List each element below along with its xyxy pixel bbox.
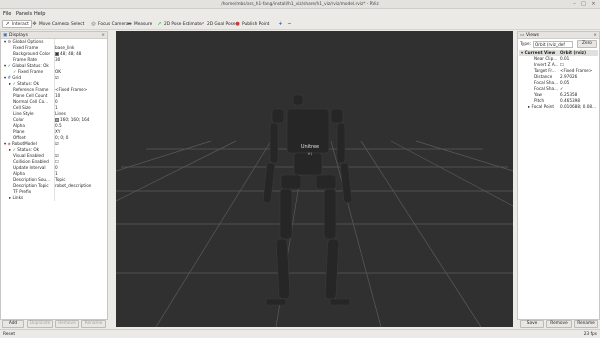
fps-readout: 23 fps <box>583 332 597 337</box>
camera-icon: ▭ <box>520 33 525 38</box>
menu-panels[interactable]: Panels <box>16 11 32 17</box>
plus-icon: + <box>278 20 283 27</box>
robot-icon: ◈ <box>7 141 11 146</box>
focal-point-value[interactable]: 0.010688; 0.08... <box>560 104 596 110</box>
grid-and-robot-render <box>116 94 513 327</box>
close-icon[interactable]: × <box>593 32 597 39</box>
minus-icon: − <box>287 20 292 27</box>
duplicate-display-button[interactable]: Duplicate <box>27 320 53 328</box>
interact-button[interactable]: ➚ Interact <box>2 20 32 28</box>
save-view-button[interactable]: Save <box>520 320 544 328</box>
grid-enabled-checkbox[interactable]: ☑ <box>55 75 59 81</box>
focal-point-item[interactable]: ▸ Focal Point <box>528 104 554 110</box>
view-type-label: Type: <box>520 41 532 46</box>
window-titlebar: /home/mbs/ars_h1-fang/install/h1_viz/sha… <box>0 0 600 9</box>
cursor-icon: ➚ <box>5 20 10 27</box>
remove-display-button[interactable]: Remove <box>55 320 79 328</box>
add-display-button[interactable]: Add <box>2 320 24 328</box>
ruler-icon: ▬ <box>127 20 132 27</box>
menu-file[interactable]: File <box>3 11 11 17</box>
select-icon: ▭ <box>64 20 69 27</box>
status-bar: Reset 23 fps <box>0 329 600 338</box>
column-divider <box>54 39 55 201</box>
publish-point-button[interactable]: ● Publish Point <box>233 20 271 28</box>
grid-icon: # <box>7 75 11 80</box>
displays-header: ▣ Displays × <box>1 32 107 39</box>
pose-estimate-button[interactable]: ➚ 2D Pose Estimate <box>155 20 204 28</box>
gear-icon: ⚙ <box>7 39 12 44</box>
close-icon[interactable]: × <box>101 32 105 39</box>
displays-title: Displays <box>9 33 28 38</box>
checkbox-checked-icon: ☑ <box>55 153 59 158</box>
pin-icon: ● <box>235 20 240 27</box>
robot-model <box>262 94 353 306</box>
select-button[interactable]: ▭ Select <box>62 20 86 28</box>
robot-logo-text: Unitree <box>300 144 320 150</box>
zero-button[interactable]: Zero <box>577 40 597 48</box>
toolbar: ➚ Interact ✥ Move Camera ▭ Select ◎ Focus Ca… <box>0 18 600 30</box>
tree-item-links[interactable]: ▸ Links <box>9 195 23 201</box>
check-icon: ✓ <box>12 147 16 152</box>
minimize-icon[interactable]: – <box>571 1 578 8</box>
remove-view-button[interactable]: Remove <box>546 320 572 328</box>
view-type-select[interactable]: Orbit (rviz_def <box>533 41 573 48</box>
views-panel: ▭ Views × Type: Orbit (rviz_def Zero ▾ C… <box>517 31 600 320</box>
reset-button[interactable]: Reset <box>3 332 15 337</box>
arrow-pink-icon: ➚ <box>200 20 205 27</box>
maximize-icon[interactable]: □ <box>580 1 587 8</box>
move-icon: ✥ <box>32 20 37 27</box>
window-title: /home/mbs/ars_h1-fang/install/h1_viz/sha… <box>221 2 379 7</box>
goal-pose-button[interactable]: ➚ 2D Goal Pose <box>198 20 238 28</box>
rename-display-button[interactable]: Rename <box>81 320 106 328</box>
menubar: File Panels Help <box>0 9 600 18</box>
displays-panel: ▣ Displays × ▾ ⚙ Global Options Fixed Fr… <box>0 31 108 320</box>
focus-icon: ◎ <box>91 20 96 27</box>
color-swatch <box>55 117 59 122</box>
description-topic-value[interactable]: robot_description <box>55 183 91 189</box>
views-title: Views <box>526 33 540 38</box>
remove-tool-button[interactable]: − <box>285 20 294 28</box>
checkbox-unchecked-icon: ☐ <box>560 62 564 67</box>
views-header: ▭ Views × <box>518 32 599 39</box>
check-icon: ✓ <box>13 69 17 74</box>
menu-help[interactable]: Help <box>34 11 45 17</box>
3d-viewport[interactable]: Unitree H1 <box>116 31 513 327</box>
rename-view-button[interactable]: Rename <box>574 320 598 328</box>
checkbox-checked-icon: ☑ <box>55 75 59 80</box>
robot-model-text: H1 <box>307 152 313 156</box>
check-icon: ✓ <box>12 81 16 86</box>
check-icon: ✓ <box>7 63 11 68</box>
robotmodel-enabled-checkbox[interactable]: ☑ <box>55 141 59 147</box>
measure-button[interactable]: ▬ Measure <box>125 20 154 28</box>
checkbox-checked-icon: ☑ <box>55 141 59 146</box>
color-swatch <box>55 51 59 56</box>
add-tool-button[interactable]: + <box>276 20 285 28</box>
displays-icon: ▣ <box>3 33 8 38</box>
frame-rate-value[interactable]: 30 <box>55 57 60 63</box>
arrow-green-icon: ➚ <box>157 20 162 27</box>
close-icon[interactable]: × <box>590 1 597 8</box>
checkbox-unchecked-icon: ☐ <box>55 159 59 164</box>
